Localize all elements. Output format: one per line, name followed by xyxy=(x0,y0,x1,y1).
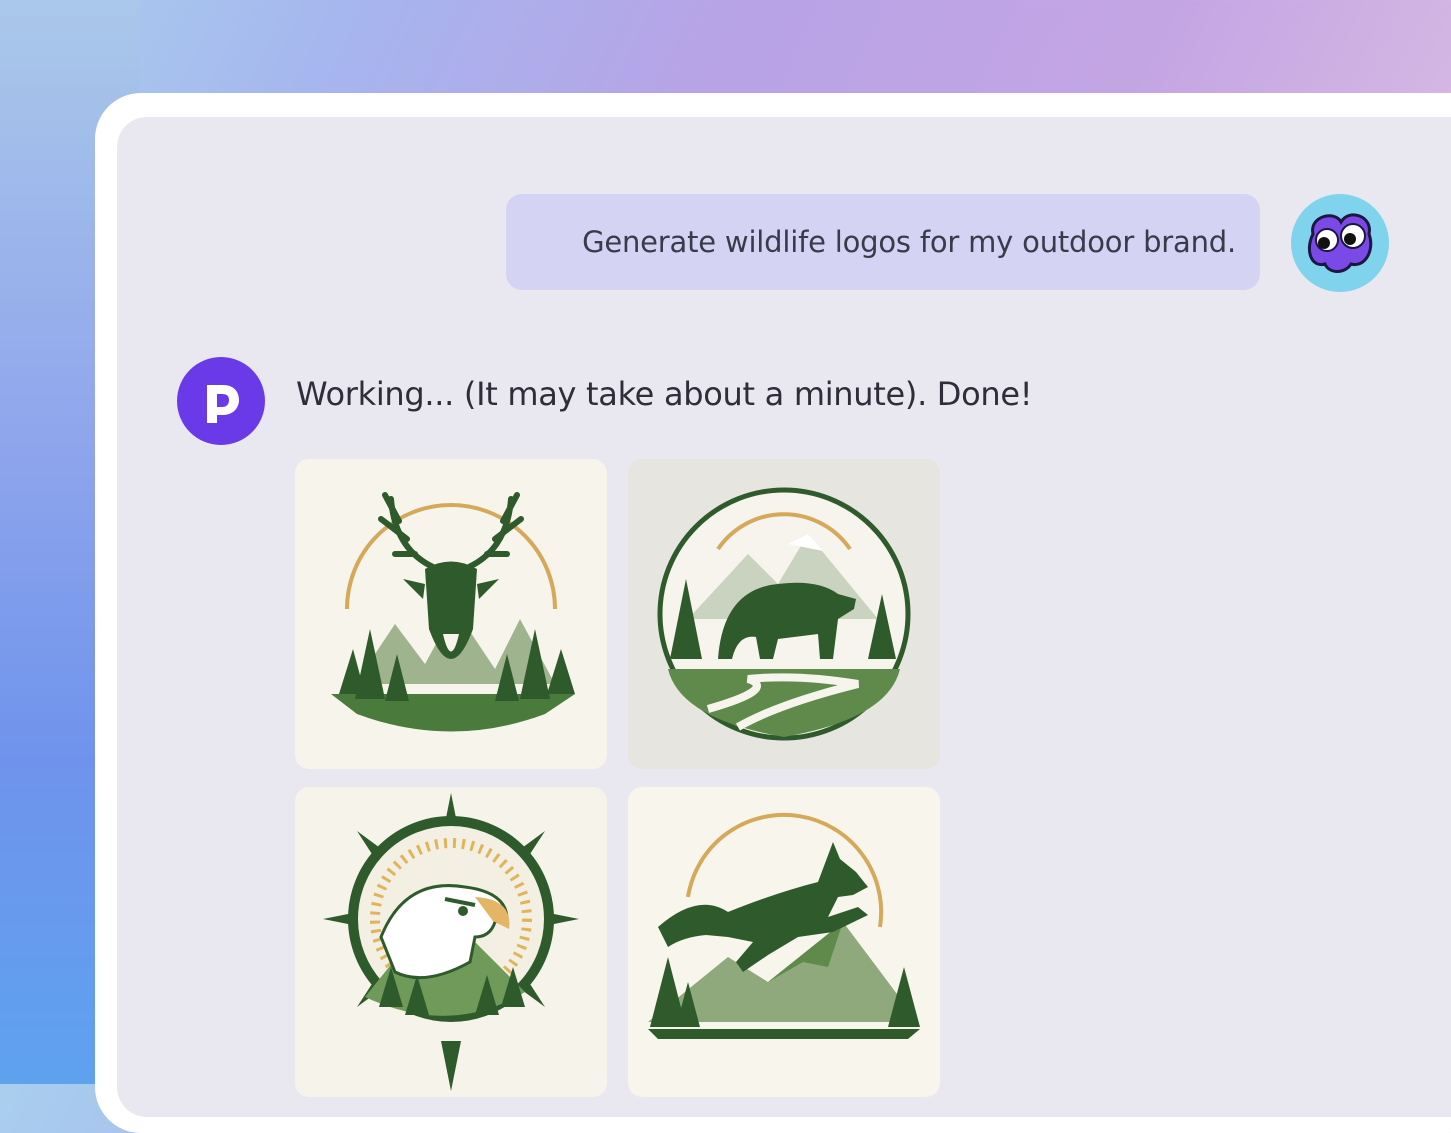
assistant-message-text: Working... (It may take about a minute).… xyxy=(296,375,1033,413)
user-message-bubble: Generate wildlife logos for my outdoor b… xyxy=(506,194,1260,290)
assistant-avatar xyxy=(177,357,265,445)
chat-panel: Generate wildlife logos for my outdoor b… xyxy=(117,117,1451,1117)
user-avatar[interactable] xyxy=(1291,194,1389,292)
generated-image-deer[interactable] xyxy=(295,459,607,769)
user-message-text: Generate wildlife logos for my outdoor b… xyxy=(582,225,1236,259)
cartoon-eyes-icon xyxy=(1308,213,1373,273)
assistant-logo-icon xyxy=(207,385,239,423)
eagle-logo-icon xyxy=(323,793,579,1091)
bear-logo-icon xyxy=(657,487,911,741)
deer-logo-icon xyxy=(331,492,575,732)
wolf-logo-icon xyxy=(648,812,920,1039)
generated-image-eagle[interactable] xyxy=(295,787,607,1097)
generated-image-bear[interactable] xyxy=(628,459,940,769)
generated-image-wolf[interactable] xyxy=(628,787,940,1097)
